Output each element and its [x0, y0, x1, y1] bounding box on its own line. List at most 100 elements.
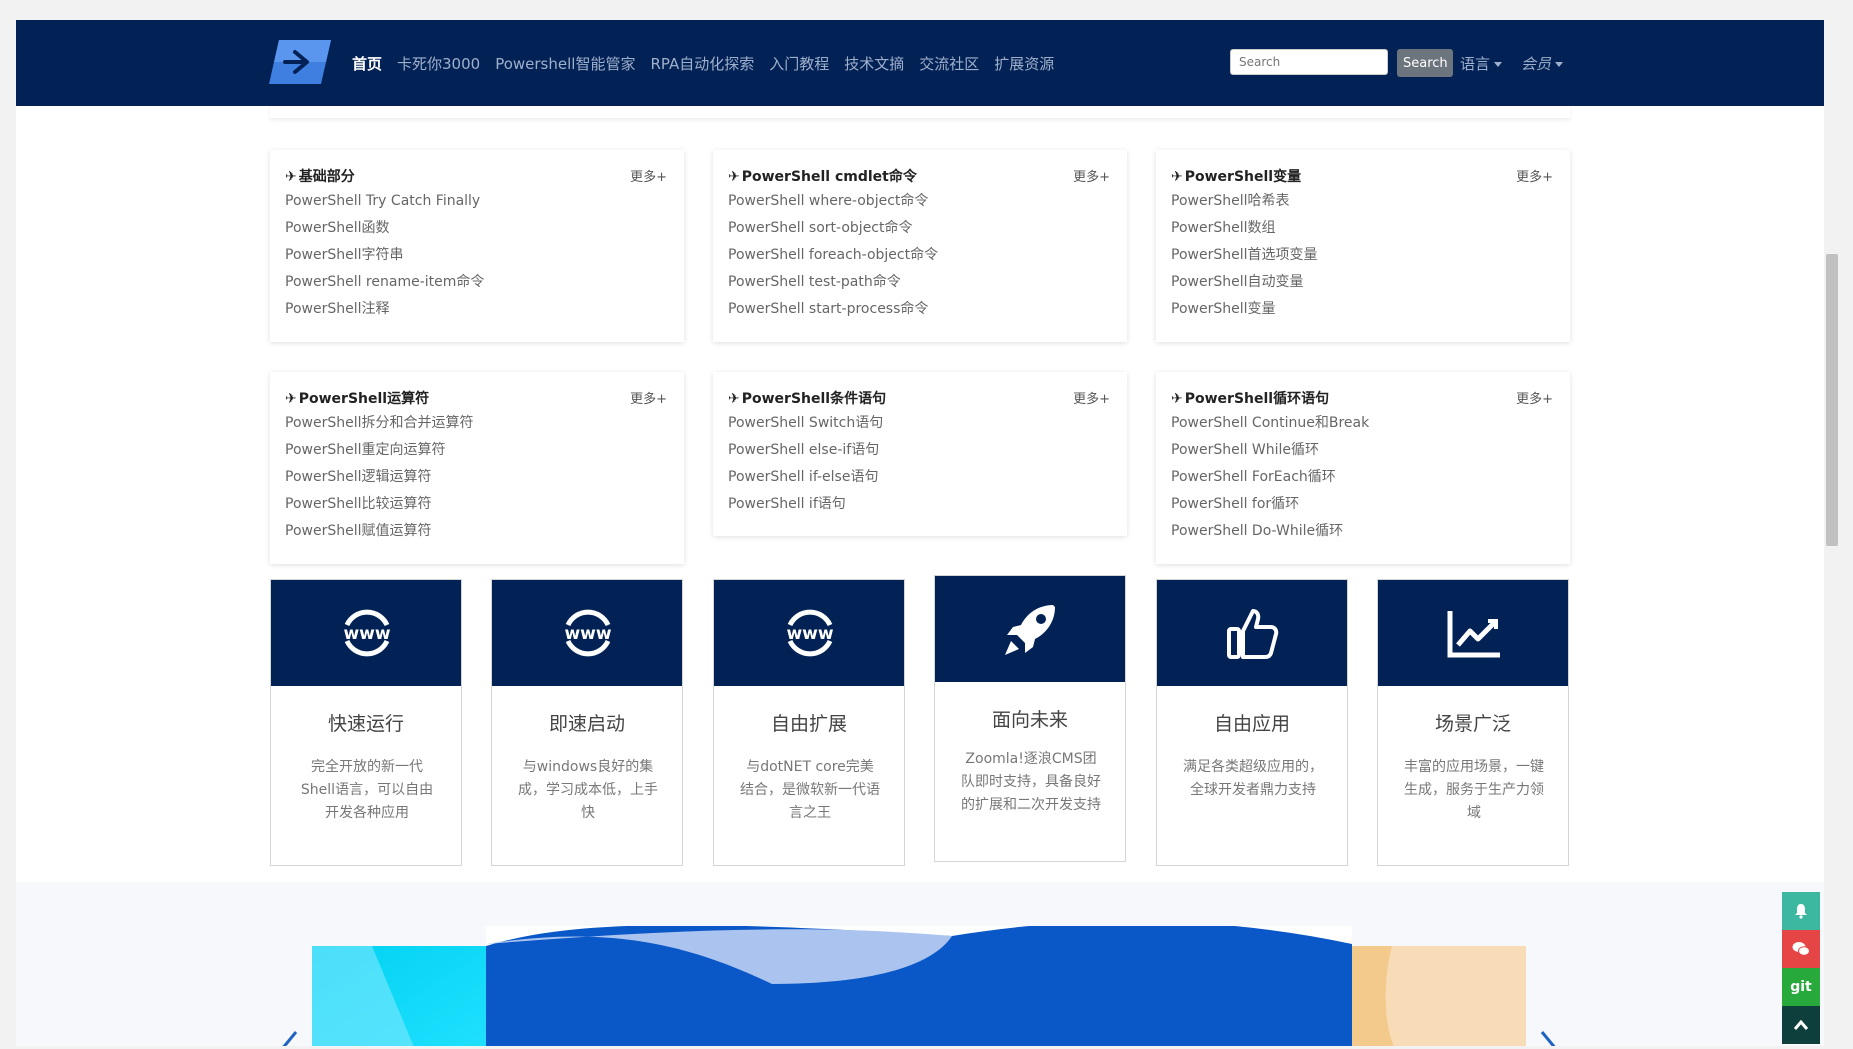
article-list: PowerShell Try Catch Finally PowerShell函… — [285, 191, 484, 326]
rocket-icon — [1005, 605, 1055, 655]
nav-home[interactable]: 首页 — [352, 53, 382, 74]
article-link[interactable]: PowerShell自动变量 — [1171, 272, 1317, 299]
card-title: PowerShell运算符 — [298, 391, 430, 407]
article-link[interactable]: PowerShell if-else语句 — [728, 467, 883, 494]
banner-carousel[interactable] — [312, 926, 1526, 1046]
paper-plane-icon: ✈ — [285, 391, 297, 407]
article-link[interactable]: PowerShell for循环 — [1171, 494, 1369, 521]
article-link[interactable]: PowerShell首选项变量 — [1171, 245, 1317, 272]
card-title: PowerShell循环语句 — [1184, 391, 1330, 407]
language-label: 语言 — [1460, 55, 1491, 73]
search-button[interactable]: Search — [1397, 49, 1453, 77]
article-link[interactable]: PowerShell注释 — [285, 299, 484, 326]
member-dropdown[interactable]: 会员 — [1521, 53, 1564, 74]
git-icon[interactable]: git — [1782, 968, 1820, 1006]
article-link[interactable]: PowerShell比较运算符 — [285, 494, 473, 521]
page-scrollbar[interactable] — [1826, 254, 1838, 546]
article-link[interactable]: PowerShell Do-While循环 — [1171, 521, 1369, 548]
card-title: PowerShell条件语句 — [741, 391, 887, 407]
feature-title: 自由应用 — [1213, 713, 1290, 735]
line-chart-icon — [1447, 611, 1500, 658]
category-card: ✈ PowerShell cmdlet命令 更多+ PowerShell wher… — [713, 150, 1127, 342]
wechat-icon[interactable] — [1782, 930, 1820, 968]
more-link[interactable]: 更多+ — [1073, 166, 1110, 185]
article-list: PowerShell哈希表 PowerShell数组 PowerShell首选项… — [1171, 191, 1317, 326]
article-link[interactable]: PowerShell rename-item命令 — [285, 272, 484, 299]
article-link[interactable]: PowerShell变量 — [1171, 299, 1317, 326]
feature-description: 完全开放的新一代Shell语言，可以自由开发各种应用 — [300, 759, 434, 821]
chevron-up-icon[interactable] — [1782, 1006, 1820, 1044]
article-link[interactable]: PowerShell sort-object命令 — [728, 218, 938, 245]
article-link[interactable]: PowerShell test-path命令 — [728, 272, 938, 299]
feature-tile[interactable]: www 自由扩展 与dotNET core完美结合，是微软新一代语言之王 — [713, 579, 905, 866]
feature-description: Zoomla!逐浪CMS团队即时支持，具备良好的扩展和二次开发支持 — [961, 751, 1101, 813]
article-list: PowerShell Switch语句 PowerShell else-if语句… — [728, 413, 883, 521]
nav-links: 首页 卡死你3000 Powershell智能管家 RPA自动化探索 入门教程 … — [352, 20, 1069, 106]
paper-plane-icon: ✈ — [1171, 169, 1183, 185]
article-link[interactable]: PowerShell哈希表 — [1171, 191, 1317, 218]
nav-link-smart-manager[interactable]: Powershell智能管家 — [495, 53, 635, 74]
svg-text:www: www — [786, 624, 833, 644]
caret-down-icon — [1494, 62, 1503, 67]
category-card: ✈ PowerShell条件语句 更多+ PowerShell Switch语句 … — [713, 372, 1127, 536]
card-row-edge — [270, 106, 1570, 118]
more-link[interactable]: 更多+ — [1516, 388, 1553, 407]
feature-title: 快速运行 — [327, 713, 404, 735]
article-link[interactable]: PowerShell赋值运算符 — [285, 521, 473, 548]
floating-toolbar: git — [1782, 892, 1820, 1044]
article-link[interactable]: PowerShell While循环 — [1171, 440, 1369, 467]
search-input[interactable] — [1230, 49, 1388, 75]
nav-link-tutorial[interactable]: 入门教程 — [769, 53, 829, 74]
browser-page: 首页 卡死你3000 Powershell智能管家 RPA自动化探索 入门教程 … — [16, 20, 1824, 1046]
article-link[interactable]: PowerShell函数 — [285, 218, 484, 245]
more-link[interactable]: 更多+ — [1073, 388, 1110, 407]
feature-tile[interactable]: 自由应用 满足各类超级应用的，全球开发者鼎力支持 — [1156, 579, 1348, 866]
article-link[interactable]: PowerShell foreach-object命令 — [728, 245, 938, 272]
more-link[interactable]: 更多+ — [630, 388, 667, 407]
feature-title: 即速启动 — [548, 713, 625, 735]
feature-tile[interactable]: 场景广泛 丰富的应用场景，一键生成，服务于生产力领域 — [1377, 579, 1569, 866]
card-title: 基础部分 — [298, 169, 355, 185]
nav-link-rpa[interactable]: RPA自动化探索 — [650, 53, 754, 74]
article-link[interactable]: PowerShell start-process命令 — [728, 299, 938, 326]
site-logo[interactable] — [269, 38, 331, 86]
article-list: PowerShell Continue和Break PowerShell Whi… — [1171, 413, 1369, 548]
feature-description: 丰富的应用场景，一键生成，服务于生产力领域 — [1404, 759, 1544, 821]
article-link[interactable]: PowerShell Continue和Break — [1171, 413, 1369, 440]
article-link[interactable]: PowerShell Try Catch Finally — [285, 191, 484, 218]
feature-tile[interactable]: www 即速启动 与windows良好的集成，学习成本低，上手快 — [491, 579, 683, 866]
www-icon: www — [564, 609, 612, 657]
paper-plane-icon: ✈ — [285, 169, 297, 185]
nav-link-resources[interactable]: 扩展资源 — [994, 53, 1054, 74]
feature-tile[interactable]: www 快速运行 完全开放的新一代Shell语言，可以自由开发各种应用 — [270, 579, 462, 866]
bell-icon[interactable] — [1782, 892, 1820, 930]
article-link[interactable]: PowerShell ForEach循环 — [1171, 467, 1369, 494]
feature-tile[interactable]: 面向未来 Zoomla!逐浪CMS团队即时支持，具备良好的扩展和二次开发支持 — [934, 575, 1126, 862]
article-link[interactable]: PowerShell if语句 — [728, 494, 883, 521]
nav-link-articles[interactable]: 技术文摘 — [844, 53, 904, 74]
more-link[interactable]: 更多+ — [630, 166, 667, 185]
article-link[interactable]: PowerShell字符串 — [285, 245, 484, 272]
svg-text:www: www — [564, 624, 611, 644]
www-icon: www — [786, 609, 834, 657]
feature-title: 场景广泛 — [1434, 713, 1511, 735]
nav-link-community[interactable]: 交流社区 — [919, 53, 979, 74]
nav-link-kasini[interactable]: 卡死你3000 — [397, 53, 480, 74]
category-card: ✈ 基础部分 更多+ PowerShell Try Catch Finally P… — [270, 150, 684, 342]
article-link[interactable]: PowerShell数组 — [1171, 218, 1317, 245]
article-link[interactable]: PowerShell逻辑运算符 — [285, 467, 473, 494]
feature-title: 面向未来 — [991, 709, 1068, 731]
carousel-next-arrow-icon[interactable] — [1538, 1030, 1560, 1046]
language-dropdown[interactable]: 语言 — [1460, 53, 1503, 74]
carousel-prev-arrow-icon[interactable] — [278, 1030, 300, 1046]
article-list: PowerShell拆分和合并运算符 PowerShell重定向运算符 Powe… — [285, 413, 473, 548]
article-link[interactable]: PowerShell where-object命令 — [728, 191, 938, 218]
article-link[interactable]: PowerShell重定向运算符 — [285, 440, 473, 467]
article-link[interactable]: PowerShell else-if语句 — [728, 440, 883, 467]
more-link[interactable]: 更多+ — [1516, 166, 1553, 185]
article-link[interactable]: PowerShell Switch语句 — [728, 413, 883, 440]
paper-plane-icon: ✈ — [1171, 391, 1183, 407]
article-link[interactable]: PowerShell拆分和合并运算符 — [285, 413, 473, 440]
member-label: 会员 — [1521, 55, 1552, 73]
feature-title: 自由扩展 — [770, 713, 847, 735]
